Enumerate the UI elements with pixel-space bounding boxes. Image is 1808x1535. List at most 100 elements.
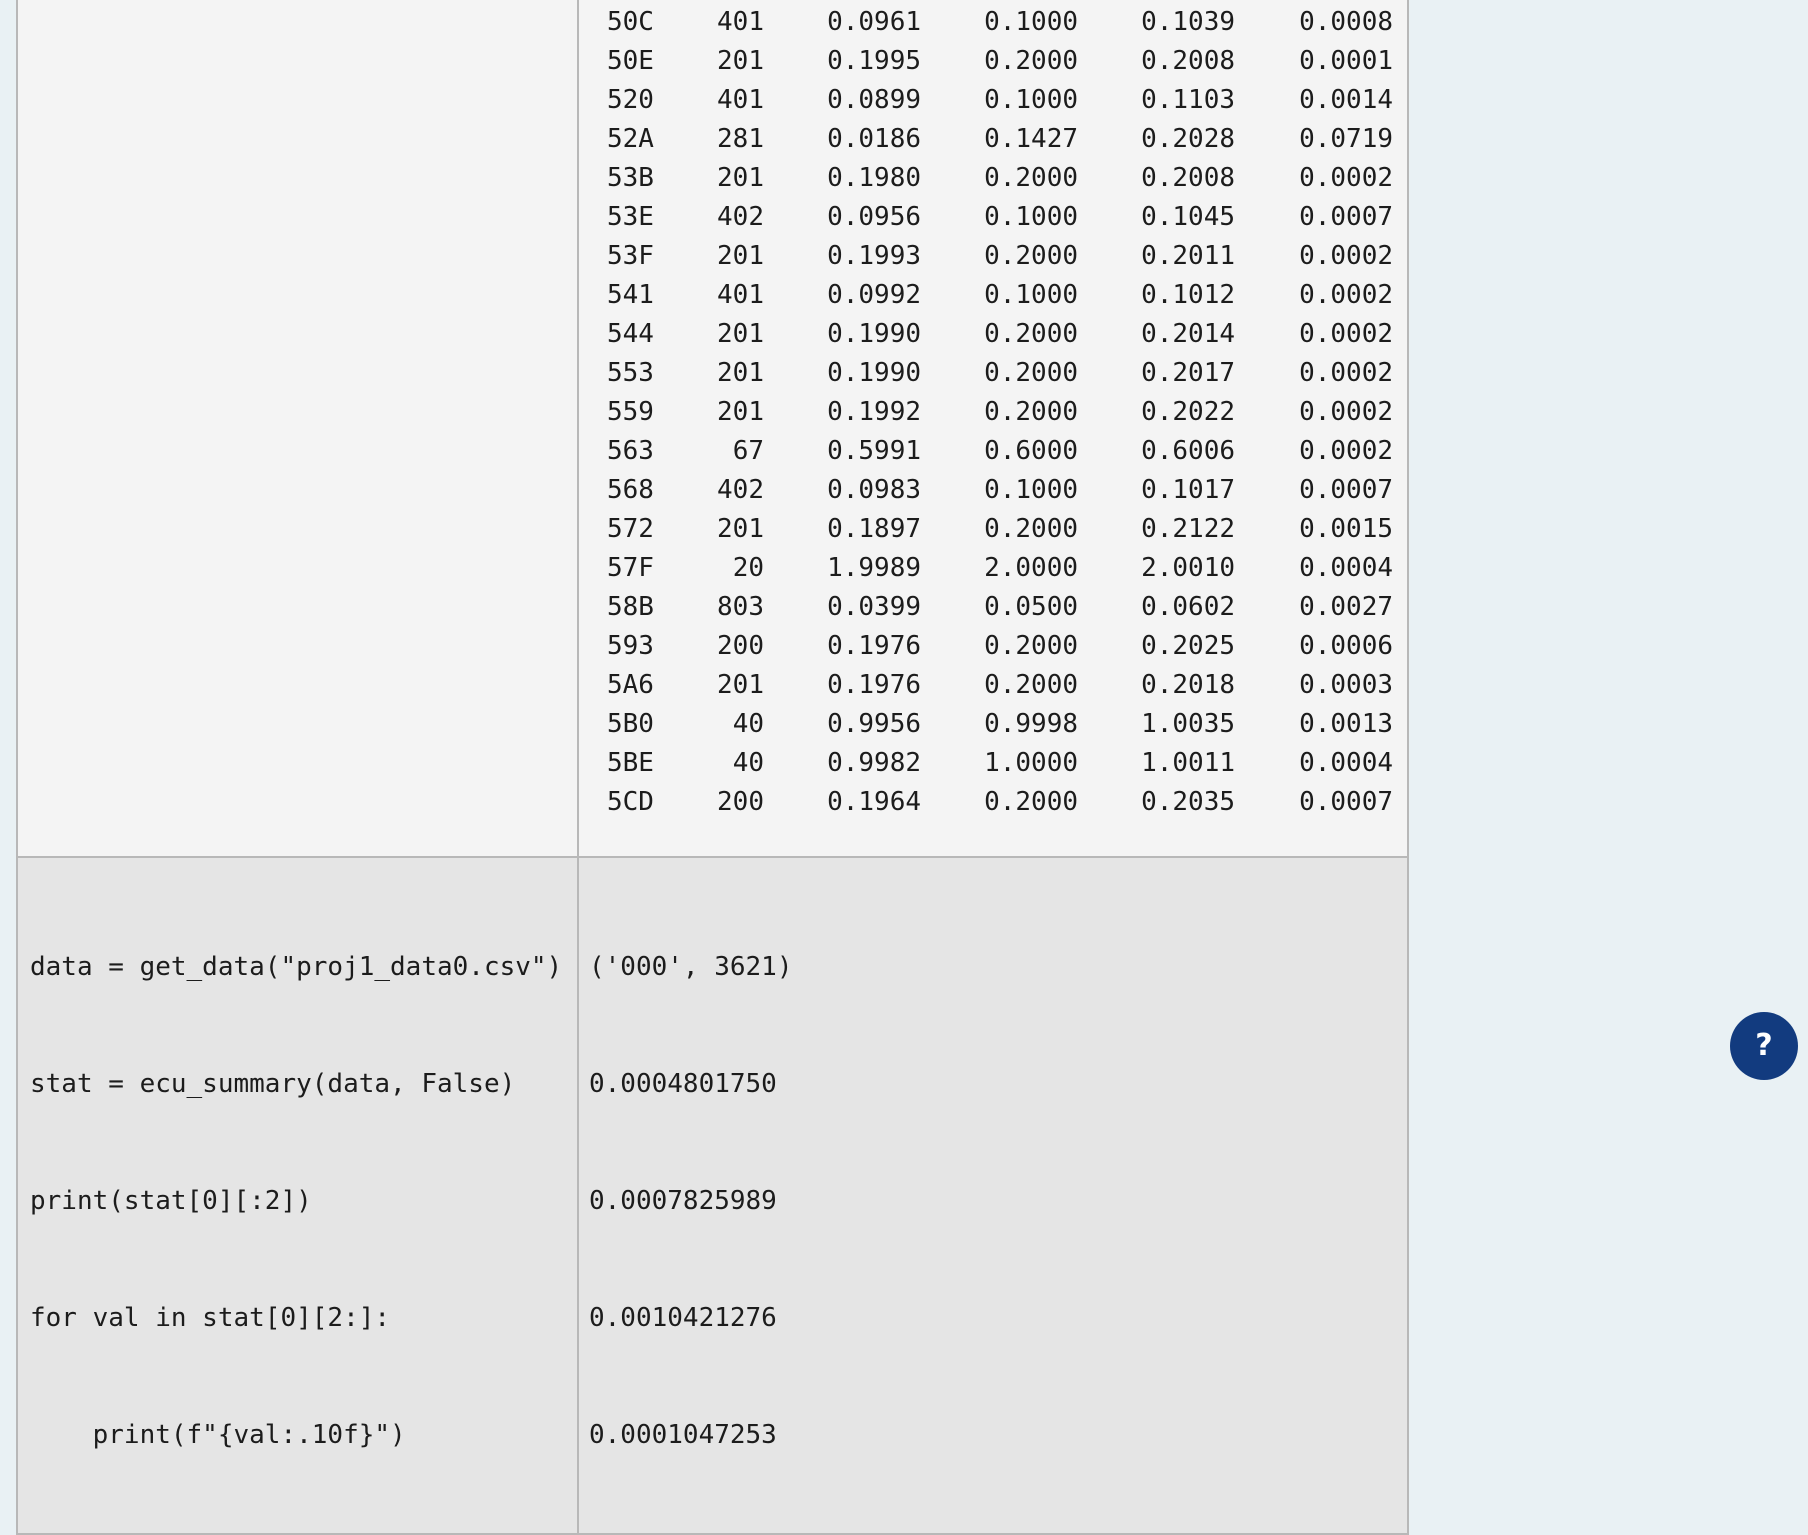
max-interval-cell: 0.2028	[1141, 124, 1235, 154]
ecu-summary-output: 50A2000.19440.20000.20310.000850C4010.09…	[589, 0, 1407, 822]
avg-interval-cell: 0.1427	[984, 124, 1078, 154]
message-count-cell: 401	[717, 7, 764, 37]
avg-interval-cell: 0.1000	[984, 7, 1078, 37]
output-line: ('000', 3621)	[589, 952, 793, 982]
ecu-id-cell: 5BE	[607, 748, 654, 778]
min-interval-cell: 0.0956	[827, 202, 921, 232]
min-interval-cell: 0.1964	[827, 787, 921, 817]
std-interval-cell: 0.0008	[1299, 7, 1393, 37]
message-count-cell: 402	[717, 202, 764, 232]
min-interval-cell: 0.1995	[827, 46, 921, 76]
min-interval-cell: 1.9989	[827, 553, 921, 583]
std-interval-cell: 0.0004	[1299, 553, 1393, 583]
ecu-id-cell: 572	[607, 514, 654, 544]
max-interval-cell: 0.0602	[1141, 592, 1235, 622]
min-interval-cell: 0.5991	[827, 436, 921, 466]
summary-row: 563 67 0.5991 0.6000 0.6006 0.0002	[589, 432, 1407, 471]
ecu-id-cell: 5CD	[607, 787, 654, 817]
message-count-cell: 401	[717, 85, 764, 115]
message-count-cell: 67	[732, 436, 764, 466]
summary-row: 53E 402 0.0956 0.1000 0.1045 0.0007	[589, 198, 1407, 237]
summary-row: 58B 803 0.0399 0.0500 0.0602 0.0027	[589, 588, 1407, 627]
summary-row: 52A 281 0.0186 0.1427 0.2028 0.0719	[589, 120, 1407, 159]
std-interval-cell: 0.0013	[1299, 709, 1393, 739]
min-interval-cell: 0.0983	[827, 475, 921, 505]
min-interval-cell: 0.9956	[827, 709, 921, 739]
avg-interval-cell: 0.2000	[984, 163, 1078, 193]
max-interval-cell: 2.0010	[1141, 553, 1235, 583]
summary-row: 572 201 0.1897 0.2000 0.2122 0.0015	[589, 510, 1407, 549]
std-interval-cell: 0.0001	[1299, 46, 1393, 76]
code-line: for val in stat[0][2:]:	[30, 1303, 391, 1333]
min-interval-cell: 0.0992	[827, 280, 921, 310]
min-interval-cell: 0.1990	[827, 319, 921, 349]
min-interval-cell: 0.1897	[827, 514, 921, 544]
max-interval-cell: 0.2025	[1141, 631, 1235, 661]
min-interval-cell: 0.9982	[827, 748, 921, 778]
std-interval-cell: 0.0015	[1299, 514, 1393, 544]
ecu-id-cell: 53B	[607, 163, 654, 193]
ecu-id-cell: 541	[607, 280, 654, 310]
message-count-cell: 201	[717, 319, 764, 349]
summary-row: 53B 201 0.1980 0.2000 0.2008 0.0002	[589, 159, 1407, 198]
avg-interval-cell: 0.9998	[984, 709, 1078, 739]
message-count-cell: 40	[732, 709, 764, 739]
min-interval-cell: 0.0186	[827, 124, 921, 154]
output-line: 0.0001047253	[589, 1420, 777, 1450]
ecu-id-cell: 52A	[607, 124, 654, 154]
std-interval-cell: 0.0007	[1299, 202, 1393, 232]
code-line: print(stat[0][:2])	[30, 1186, 312, 1216]
max-interval-cell: 0.2017	[1141, 358, 1235, 388]
min-interval-cell: 0.0899	[827, 85, 921, 115]
max-interval-cell: 0.1103	[1141, 85, 1235, 115]
summary-row: 53F 201 0.1993 0.2000 0.2011 0.0002	[589, 237, 1407, 276]
std-interval-cell: 0.0007	[1299, 475, 1393, 505]
message-count-cell: 201	[717, 241, 764, 271]
summary-row: 520 401 0.0899 0.1000 0.1103 0.0014	[589, 81, 1407, 120]
message-count-cell: 402	[717, 475, 764, 505]
output-block: ('000', 3621) 0.0004801750 0.0007825989 …	[579, 858, 1407, 1533]
help-button[interactable]: ?	[1730, 1012, 1798, 1080]
std-interval-cell: 0.0719	[1299, 124, 1393, 154]
ecu-id-cell: 563	[607, 436, 654, 466]
message-count-cell: 803	[717, 592, 764, 622]
avg-interval-cell: 0.1000	[984, 475, 1078, 505]
avg-interval-cell: 0.2000	[984, 787, 1078, 817]
summary-row: 5CD 200 0.1964 0.2000 0.2035 0.0007	[589, 783, 1407, 822]
max-interval-cell: 0.1045	[1141, 202, 1235, 232]
std-interval-cell: 0.0002	[1299, 397, 1393, 427]
max-interval-cell: 0.1012	[1141, 280, 1235, 310]
previous-test-row: 50A2000.19440.20000.20310.000850C4010.09…	[16, 0, 1409, 858]
ecu-id-cell: 53E	[607, 202, 654, 232]
message-count-cell: 40	[732, 748, 764, 778]
avg-interval-cell: 0.0500	[984, 592, 1078, 622]
message-count-cell: 281	[717, 124, 764, 154]
avg-interval-cell: 0.2000	[984, 46, 1078, 76]
max-interval-cell: 0.1039	[1141, 7, 1235, 37]
current-test-row: data = get_data("proj1_data0.csv") stat …	[16, 856, 1409, 1535]
max-interval-cell: 0.2014	[1141, 319, 1235, 349]
message-count-cell: 201	[717, 46, 764, 76]
summary-row: 593 200 0.1976 0.2000 0.2025 0.0006	[589, 627, 1407, 666]
max-interval-cell: 0.2122	[1141, 514, 1235, 544]
avg-interval-cell: 1.0000	[984, 748, 1078, 778]
previous-output-cell: 50A2000.19440.20000.20310.000850C4010.09…	[577, 0, 1409, 858]
message-count-cell: 401	[717, 280, 764, 310]
max-interval-cell: 1.0035	[1141, 709, 1235, 739]
max-interval-cell: 0.2008	[1141, 46, 1235, 76]
avg-interval-cell: 0.2000	[984, 241, 1078, 271]
std-interval-cell: 0.0006	[1299, 631, 1393, 661]
ecu-id-cell: 5B0	[607, 709, 654, 739]
avg-interval-cell: 2.0000	[984, 553, 1078, 583]
output-cell: ('000', 3621) 0.0004801750 0.0007825989 …	[577, 856, 1409, 1535]
std-interval-cell: 0.0027	[1299, 592, 1393, 622]
min-interval-cell: 0.1976	[827, 631, 921, 661]
std-interval-cell: 0.0002	[1299, 280, 1393, 310]
ecu-id-cell: 593	[607, 631, 654, 661]
min-interval-cell: 0.1992	[827, 397, 921, 427]
message-count-cell: 201	[717, 163, 764, 193]
message-count-cell: 201	[717, 397, 764, 427]
avg-interval-cell: 0.2000	[984, 319, 1078, 349]
ecu-id-cell: 53F	[607, 241, 654, 271]
summary-row: 541 401 0.0992 0.1000 0.1012 0.0002	[589, 276, 1407, 315]
